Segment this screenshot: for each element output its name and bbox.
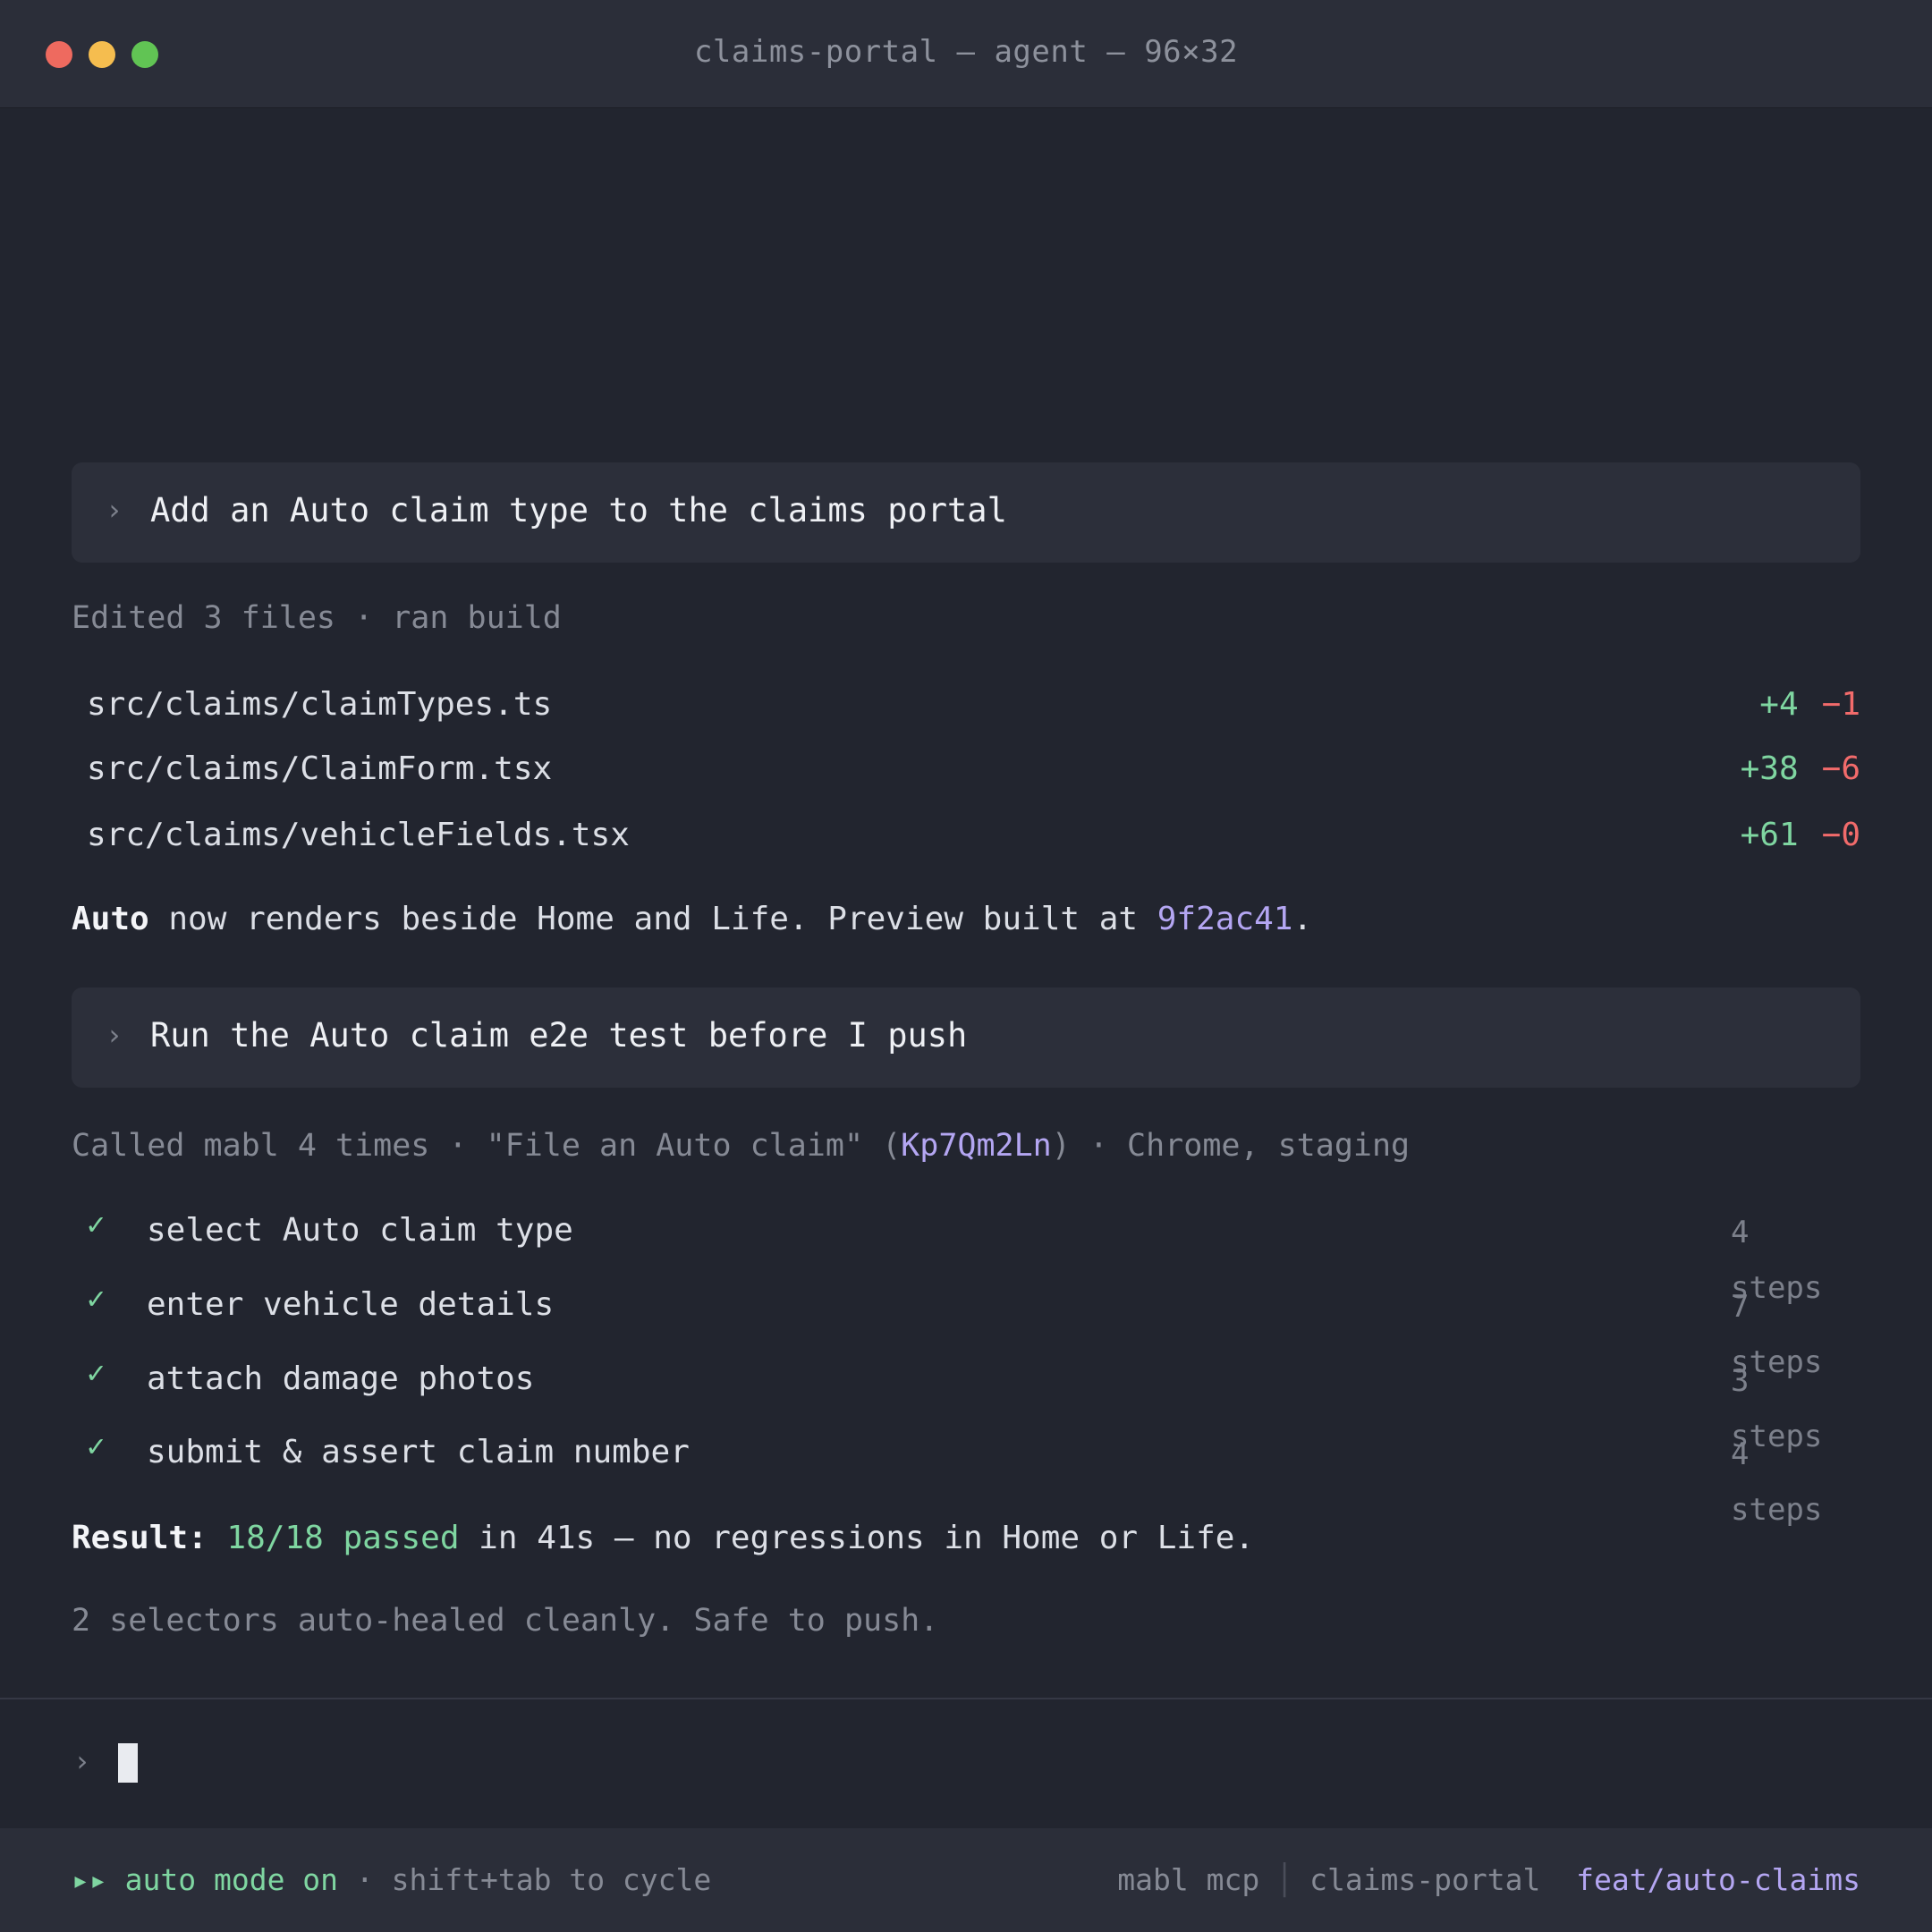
mode-label: auto mode on: [124, 1862, 339, 1897]
check-icon: ✓: [87, 1355, 106, 1391]
step-label: attach damage photos: [147, 1360, 535, 1397]
chevron-right-icon: ›: [106, 493, 123, 527]
lines-removed: −6: [1821, 750, 1860, 787]
tool-call-summary: Called mabl 4 times · "File an Auto clai…: [72, 1128, 1410, 1164]
title-bar: claims-portal — agent — 96×32: [0, 0, 1932, 108]
file-path: src/claims/vehicleFields.tsx: [87, 817, 630, 853]
test-id[interactable]: Kp7Qm2Ln: [901, 1128, 1052, 1164]
file-path: src/claims/claimTypes.ts: [87, 686, 553, 723]
user-prompt-2: › Run the Auto claim e2e test before I p…: [72, 987, 1860, 1088]
edit-summary: Edited 3 files · ran build: [72, 600, 562, 636]
mode-hint: · shift+tab to cycle: [338, 1862, 712, 1897]
step-count: 4 steps: [1731, 1436, 1823, 1528]
status-right: mabl mcp │ claims-portal feat/auto-claims: [1117, 1862, 1860, 1897]
repo-name: claims-portal: [1309, 1862, 1541, 1897]
response-end: .: [1292, 901, 1313, 937]
diff-stats: +61 −0: [1741, 817, 1860, 853]
agent-note: 2 selectors auto-healed cleanly. Safe to…: [72, 1603, 939, 1639]
agent-response-1: Auto now renders beside Home and Life. P…: [72, 901, 1312, 937]
response-emphasis: Auto: [72, 901, 149, 937]
check-icon: ✓: [87, 1207, 106, 1242]
file-path: src/claims/ClaimForm.tsx: [87, 750, 553, 787]
mode-indicator[interactable]: ▸▸ auto mode on · shift+tab to cycle: [72, 1862, 711, 1897]
check-icon: ✓: [87, 1428, 106, 1464]
user-prompt-text: Add an Auto claim type to the claims por…: [150, 491, 1007, 530]
diff-stats: +38 −6: [1741, 750, 1860, 787]
status-separator: │: [1275, 1862, 1294, 1897]
lines-added: +38: [1740, 750, 1799, 787]
window-title: claims-portal — agent — 96×32: [693, 34, 1239, 70]
result-text: in 41s — no regressions in Home or Life.: [459, 1520, 1255, 1556]
check-icon: ✓: [87, 1281, 106, 1317]
input-divider: [0, 1698, 1932, 1699]
test-step-row: ✓ submit & assert claim number 4 steps: [87, 1428, 1860, 1528]
commit-hash[interactable]: 9f2ac41: [1157, 901, 1293, 937]
file-row[interactable]: src/claims/vehicleFields.tsx +61 −0: [87, 817, 1860, 861]
diff-stats: +4 −1: [1759, 686, 1860, 723]
step-label: submit & assert claim number: [147, 1434, 690, 1470]
text-input-cursor[interactable]: [118, 1743, 138, 1783]
branch-name: feat/auto-claims: [1576, 1862, 1860, 1897]
file-row[interactable]: src/claims/ClaimForm.tsx +38 −6: [87, 750, 1860, 795]
result-label: Result:: [72, 1520, 208, 1556]
user-prompt-text: Run the Auto claim e2e test before I pus…: [150, 1016, 968, 1055]
tool-call-prefix: Called mabl 4 times · "File an Auto clai…: [72, 1128, 902, 1164]
step-label: enter vehicle details: [147, 1286, 555, 1323]
test-result: Result: 18/18 passed in 41s — no regress…: [72, 1520, 1254, 1556]
test-step-row: ✓ select Auto claim type 4 steps: [87, 1207, 1860, 1306]
test-step-row: ✓ attach damage photos 3 steps: [87, 1355, 1860, 1454]
lines-added: +4: [1759, 686, 1799, 723]
test-step-row: ✓ enter vehicle details 7 steps: [87, 1281, 1860, 1380]
step-label: select Auto claim type: [147, 1212, 573, 1249]
terminal-window: claims-portal — agent — 96×32 › Add an A…: [0, 0, 1932, 1932]
lines-removed: −1: [1821, 686, 1860, 723]
status-bar: ▸▸ auto mode on · shift+tab to cycle mab…: [0, 1828, 1932, 1932]
response-text: now renders beside Home and Life. Previe…: [148, 901, 1157, 937]
chevron-right-icon: ›: [106, 1018, 123, 1052]
fast-forward-icon: ▸▸: [72, 1862, 107, 1897]
pass-count: 18/18 passed: [226, 1520, 460, 1556]
user-prompt-1: › Add an Auto claim type to the claims p…: [72, 462, 1860, 563]
file-row[interactable]: src/claims/claimTypes.ts +4 −1: [87, 686, 1860, 731]
lines-removed: −0: [1821, 817, 1860, 853]
chevron-right-icon: ›: [73, 1744, 91, 1778]
mcp-label: mabl mcp: [1117, 1862, 1260, 1897]
lines-added: +61: [1740, 817, 1799, 853]
tool-call-suffix: ) · Chrome, staging: [1051, 1128, 1411, 1164]
